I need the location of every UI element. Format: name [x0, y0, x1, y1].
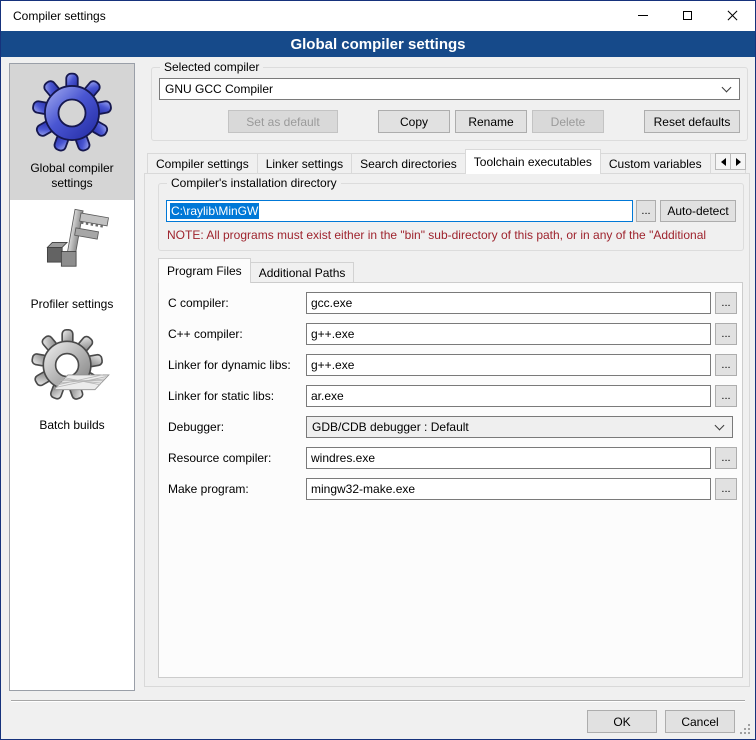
close-icon — [727, 10, 738, 21]
tab-linker-settings[interactable]: Linker settings — [257, 153, 352, 174]
field-label-make-program: Make program: — [168, 482, 306, 496]
chevron-down-icon — [715, 420, 725, 430]
group-legend: Compiler's installation directory — [167, 176, 341, 190]
toolchain-field-row: Linker for static libs: ar.exe ... — [168, 385, 742, 407]
program-files-page: C compiler: gcc.exe ... C++ compiler: g+… — [158, 282, 743, 678]
auto-detect-button[interactable]: Auto-detect — [660, 200, 736, 222]
tab-scroll-left-button[interactable] — [715, 153, 731, 170]
tab-custom-variables[interactable]: Custom variables — [600, 153, 711, 174]
selected-path-text: C:\raylib\MinGW — [170, 203, 259, 219]
field-input[interactable]: windres.exe — [306, 447, 711, 469]
minimize-icon — [638, 15, 648, 16]
browse-button[interactable]: ... — [715, 447, 737, 469]
sidebar-item-batch-builds[interactable]: Batch builds — [10, 321, 134, 442]
tab-scroll-right-button[interactable] — [730, 153, 746, 170]
field-input[interactable]: mingw32-make.exe — [306, 478, 711, 500]
field-label-resource-compiler: Resource compiler: — [168, 451, 306, 465]
compiler-buttons-row: Set as default Copy Rename Delete Reset … — [228, 110, 740, 133]
cancel-button[interactable]: Cancel — [665, 710, 735, 733]
toolchain-field-row: Make program: mingw32-make.exe ... — [168, 478, 742, 500]
note-text: NOTE: All programs must exist either in … — [167, 228, 739, 242]
group-legend: Selected compiler — [160, 60, 263, 74]
field-input[interactable]: gcc.exe — [306, 292, 711, 314]
selected-compiler-group: Selected compiler GNU GCC Compiler Set a… — [151, 67, 748, 141]
settings-tabstrip: Compiler settingsLinker settingsSearch d… — [147, 149, 746, 174]
compiler-settings-dialog: Compiler settings Global compiler settin… — [0, 0, 756, 740]
resize-grip[interactable] — [738, 722, 750, 734]
reset-defaults-button[interactable]: Reset defaults — [644, 110, 740, 133]
page-title: Global compiler settings — [290, 36, 465, 53]
copy-button[interactable]: Copy — [378, 110, 450, 133]
field-label-debugger: Debugger: — [168, 420, 306, 434]
toolchain-fields: C compiler: gcc.exe ... C++ compiler: g+… — [159, 283, 742, 500]
sidebar-item-global-compiler-settings[interactable]: Global compiler settings — [10, 64, 134, 200]
dialog-body: Global compiler settings — [1, 57, 755, 739]
field-input[interactable]: g++.exe — [306, 323, 711, 345]
window-title: Compiler settings — [13, 1, 106, 31]
sidebar-item-label: Batch builds — [39, 418, 104, 433]
close-button[interactable] — [710, 1, 755, 30]
program-files-tabstrip: Program FilesAdditional Paths — [158, 258, 739, 283]
field-combo-value: GDB/CDB debugger : Default — [312, 420, 469, 434]
caption-buttons — [620, 1, 755, 31]
browse-button[interactable]: ... — [715, 354, 737, 376]
installation-directory-row: C:\raylib\MinGW ... Auto-detect — [166, 200, 736, 222]
sidebar-item-profiler-settings[interactable]: Profiler settings — [10, 200, 134, 321]
toolchain-executables-page: Compiler's installation directory C:\ray… — [144, 173, 750, 687]
browse-button[interactable]: ... — [715, 292, 737, 314]
field-label-linker-for-dynamic-libs: Linker for dynamic libs: — [168, 358, 306, 372]
installation-directory-group: Compiler's installation directory C:\ray… — [158, 183, 744, 251]
settings-category-list: Global compiler settings — [9, 63, 135, 691]
toolchain-field-row: Resource compiler: windres.exe ... — [168, 447, 742, 469]
minimize-button[interactable] — [620, 1, 665, 30]
delete-button[interactable]: Delete — [532, 110, 604, 133]
arrow-right-icon — [736, 158, 741, 166]
field-label-c-compiler: C++ compiler: — [168, 327, 306, 341]
toolchain-field-row: C++ compiler: g++.exe ... — [168, 323, 742, 345]
field-input[interactable]: g++.exe — [306, 354, 711, 376]
set-as-default-button[interactable]: Set as default — [228, 110, 338, 133]
toolchain-field-row: C compiler: gcc.exe ... — [168, 292, 742, 314]
arrow-left-icon — [721, 158, 726, 166]
sidebar-item-label: Profiler settings — [31, 297, 114, 312]
chevron-down-icon — [722, 82, 732, 92]
page-header: Global compiler settings — [1, 31, 755, 57]
field-label-linker-for-static-libs: Linker for static libs: — [168, 389, 306, 403]
tab-program-files[interactable]: Program Files — [158, 258, 251, 283]
maximize-button[interactable] — [665, 1, 710, 30]
browse-button[interactable]: ... — [715, 478, 737, 500]
sidebar-item-label: Global compiler settings — [14, 161, 130, 191]
maximize-icon — [683, 11, 692, 20]
blue-gear-icon — [30, 71, 114, 155]
installation-directory-input[interactable]: C:\raylib\MinGW — [166, 200, 633, 222]
compiler-select[interactable]: GNU GCC Compiler — [159, 78, 740, 100]
browse-directory-button[interactable]: ... — [636, 200, 656, 222]
browse-button[interactable]: ... — [715, 385, 737, 407]
field-input[interactable]: ar.exe — [306, 385, 711, 407]
rename-button[interactable]: Rename — [455, 110, 527, 133]
tab-additional-paths[interactable]: Additional Paths — [250, 262, 355, 283]
tab-search-directories[interactable]: Search directories — [351, 153, 466, 174]
footer-separator — [11, 700, 745, 702]
tab-compiler-settings[interactable]: Compiler settings — [147, 153, 258, 174]
toolchain-field-row: Linker for dynamic libs: g++.exe ... — [168, 354, 742, 376]
gray-gear-stack-icon — [30, 328, 114, 412]
compiler-select-value: GNU GCC Compiler — [165, 82, 273, 96]
caliper-icon — [30, 207, 114, 291]
browse-button[interactable]: ... — [715, 323, 737, 345]
titlebar[interactable]: Compiler settings — [1, 1, 755, 31]
tab-toolchain-executables[interactable]: Toolchain executables — [465, 149, 601, 174]
field-combo[interactable]: GDB/CDB debugger : Default — [306, 416, 733, 438]
field-label-c-compiler: C compiler: — [168, 296, 306, 310]
ok-button[interactable]: OK — [587, 710, 657, 733]
toolchain-field-row: Debugger: GDB/CDB debugger : Default — [168, 416, 742, 438]
tab-scroll-arrows — [716, 153, 746, 170]
